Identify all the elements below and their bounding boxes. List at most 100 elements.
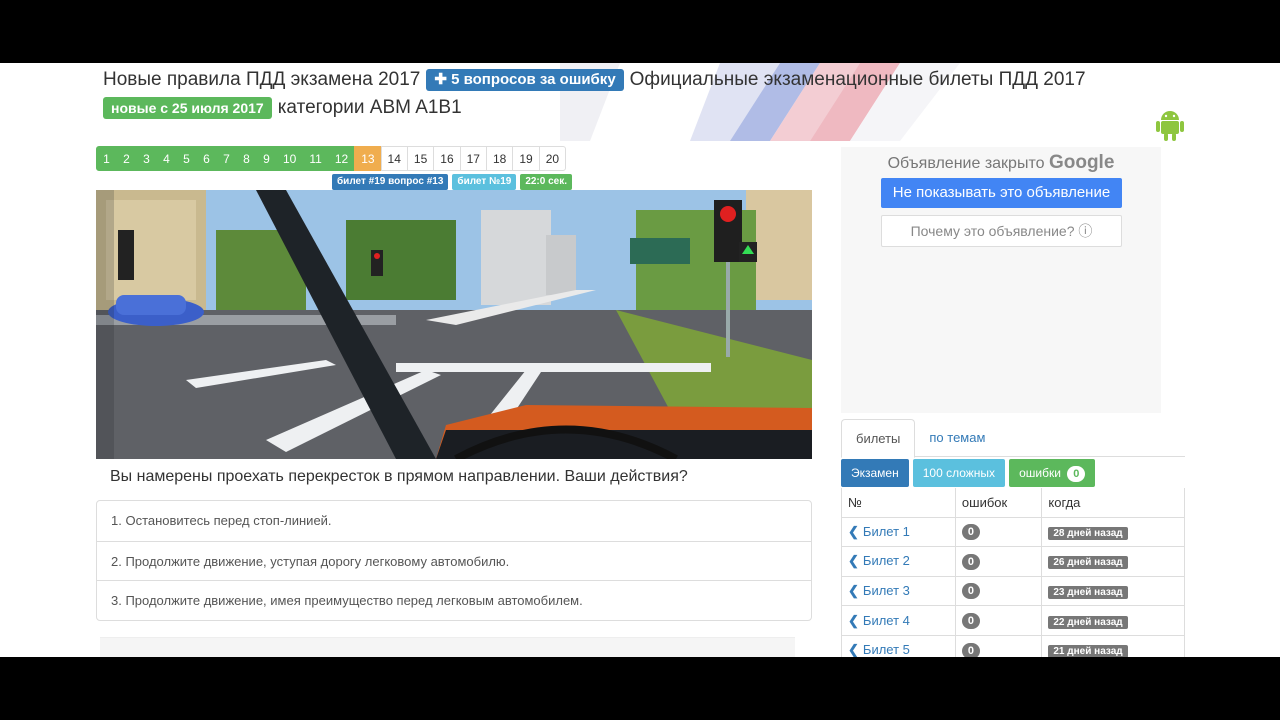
col-number: № <box>841 488 956 518</box>
answer-list: 1. Остановитесь перед стоп-линией. 2. Пр… <box>96 500 812 621</box>
pager-item-3[interactable]: 3 <box>136 146 157 171</box>
mode-tabs: билеты по темам <box>841 419 1185 458</box>
bonus-questions-text: 5 вопросов за ошибку <box>451 71 616 88</box>
answer-option-2[interactable]: 2. Продолжите движение, уступая дорогу л… <box>97 540 811 581</box>
pager-item-8[interactable]: 8 <box>236 146 257 171</box>
pager-item-14[interactable]: 14 <box>380 146 408 171</box>
col-errors: ошибок <box>954 488 1043 518</box>
chevron-left-icon: ❮ <box>848 523 859 539</box>
chevron-left-icon: ❮ <box>848 612 859 628</box>
errors-cell: 0 <box>954 516 1043 548</box>
exam-button[interactable]: Экзамен <box>841 459 909 487</box>
bottom-ad-placeholder <box>100 637 795 657</box>
pager-item-2[interactable]: 2 <box>116 146 137 171</box>
question-image <box>96 190 812 459</box>
answer-option-3[interactable]: 3. Продолжите движение, имея преимуществ… <box>97 580 811 620</box>
pager-item-9[interactable]: 9 <box>256 146 277 171</box>
ticket-link[interactable]: ❮ Билет 3 <box>841 575 956 607</box>
tab-tickets[interactable]: билеты <box>841 419 916 458</box>
pager-item-20[interactable]: 20 <box>538 146 567 171</box>
title-part1: Новые правила ПДД экзамена 2017 <box>103 69 421 90</box>
pager-item-15[interactable]: 15 <box>406 146 435 171</box>
why-this-ad-button[interactable]: Почему это объявление? ⓘ <box>881 215 1122 247</box>
table-row[interactable]: ❮ Билет 3 0 23 дней назад <box>841 575 1185 607</box>
chevron-left-icon: ❮ <box>848 642 859 657</box>
when-badge: 22 дней назад <box>1048 615 1128 629</box>
page-frame: Новые правила ПДД экзамена 2017 ✚ 5 вопр… <box>0 63 1280 657</box>
bonus-questions-badge: ✚ 5 вопросов за ошибку <box>426 69 624 91</box>
when-cell: 21 дней назад <box>1041 634 1185 657</box>
ad-closed-label: Объявление закрыто Google <box>841 152 1161 174</box>
pager-item-1[interactable]: 1 <box>96 146 117 171</box>
when-badge: 23 дней назад <box>1048 585 1128 599</box>
errors-cell: 0 <box>954 575 1043 607</box>
table-row[interactable]: ❮ Билет 4 0 22 дней назад <box>841 605 1185 636</box>
timer-badge: 22:0 сек. <box>520 174 573 190</box>
ticket-question-badge: билет #19 вопрос #13 <box>332 174 449 190</box>
errors-count: 0 <box>961 524 981 541</box>
ad-closed-panel: Объявление закрыто Google Не показывать … <box>841 147 1161 413</box>
ticket-link[interactable]: ❮ Билет 2 <box>841 546 956 577</box>
ticket-name: Билет 1 <box>862 523 910 539</box>
pager-item-7[interactable]: 7 <box>216 146 237 171</box>
ticket-name: Билет 4 <box>862 612 910 628</box>
android-icon[interactable] <box>1156 109 1184 141</box>
pager-item-17[interactable]: 17 <box>459 146 487 171</box>
question-text: Вы намерены проехать перекресток в прямо… <box>110 468 688 485</box>
pager-item-6[interactable]: 6 <box>196 146 217 171</box>
title-part2: Официальные экзаменационные билеты ПДД 2… <box>629 69 1086 90</box>
table-row[interactable]: ❮ Билет 2 0 26 дней назад <box>841 546 1185 577</box>
tickets-table: № ошибок когда ❮ Билет 1 0 28 дней назад ❮ Би… <box>841 488 1185 657</box>
when-cell: 26 дней назад <box>1041 546 1185 577</box>
errors-count-badge: 0 <box>1067 466 1086 482</box>
status-badges: билет #19 вопрос #13 билет №19 22:0 сек. <box>332 174 573 190</box>
ticket-name: Билет 2 <box>862 553 910 569</box>
when-badge: 28 дней назад <box>1048 526 1128 540</box>
pager-item-18[interactable]: 18 <box>485 146 514 171</box>
errors-count: 0 <box>961 613 981 630</box>
ticket-badge: билет №19 <box>452 174 517 190</box>
when-cell: 22 дней назад <box>1041 605 1185 636</box>
hard-questions-button[interactable]: 100 сложных <box>912 459 1006 487</box>
ticket-name: Билет 3 <box>862 582 910 598</box>
pager-item-11[interactable]: 11 <box>302 146 329 171</box>
ad-closed-text: Объявление закрыто <box>887 155 1045 172</box>
errors-button-label: ошибки <box>1019 466 1061 480</box>
errors-count: 0 <box>961 642 981 657</box>
when-badge: 21 дней назад <box>1048 645 1128 657</box>
pager-item-5[interactable]: 5 <box>176 146 197 171</box>
errors-count: 0 <box>961 553 981 570</box>
errors-count: 0 <box>961 583 981 600</box>
chevron-left-icon: ❮ <box>848 582 859 598</box>
when-cell: 28 дней назад <box>1041 516 1185 548</box>
errors-cell: 0 <box>954 546 1043 577</box>
pager-item-4[interactable]: 4 <box>156 146 177 171</box>
pager-item-19[interactable]: 19 <box>512 146 540 171</box>
title-part3: категории ABM A1B1 <box>277 97 462 118</box>
ticket-link[interactable]: ❮ Билет 1 <box>841 516 956 548</box>
ticket-name: Билет 5 <box>862 642 910 657</box>
question-pager: 1 2 3 4 5 6 7 8 9 10 11 12 13 14 15 16 17 18 19 20 <box>96 146 567 171</box>
pager-item-13[interactable]: 13 <box>354 146 382 171</box>
pager-item-16[interactable]: 16 <box>433 146 461 171</box>
errors-cell: 0 <box>954 605 1043 636</box>
table-row[interactable]: ❮ Билет 5 0 21 дней назад <box>841 634 1185 657</box>
new-since-badge: новые с 25 июля 2017 <box>103 97 272 119</box>
errors-button[interactable]: ошибки 0 <box>1009 459 1096 487</box>
ticket-link[interactable]: ❮ Билет 4 <box>841 605 956 636</box>
answer-option-1[interactable]: 1. Остановитесь перед стоп-линией. <box>97 501 811 541</box>
when-badge: 26 дней назад <box>1048 556 1128 570</box>
table-row[interactable]: ❮ Билет 1 0 28 дней назад <box>841 516 1185 548</box>
hide-ad-button[interactable]: Не показывать это объявление <box>881 178 1122 208</box>
chevron-left-icon: ❮ <box>848 553 859 569</box>
page-header: Новые правила ПДД экзамена 2017 ✚ 5 вопр… <box>103 66 1163 122</box>
col-when: когда <box>1041 488 1185 518</box>
pager-item-12[interactable]: 12 <box>327 146 356 171</box>
ticket-link[interactable]: ❮ Билет 5 <box>841 634 956 657</box>
google-logo-text: Google <box>1048 152 1115 173</box>
pager-item-10[interactable]: 10 <box>276 146 304 171</box>
when-cell: 23 дней назад <box>1041 575 1185 607</box>
errors-cell: 0 <box>954 634 1043 657</box>
filter-buttons: Экзамен 100 сложных ошибки 0 <box>841 459 1096 487</box>
tab-topics[interactable]: по темам <box>915 419 999 456</box>
